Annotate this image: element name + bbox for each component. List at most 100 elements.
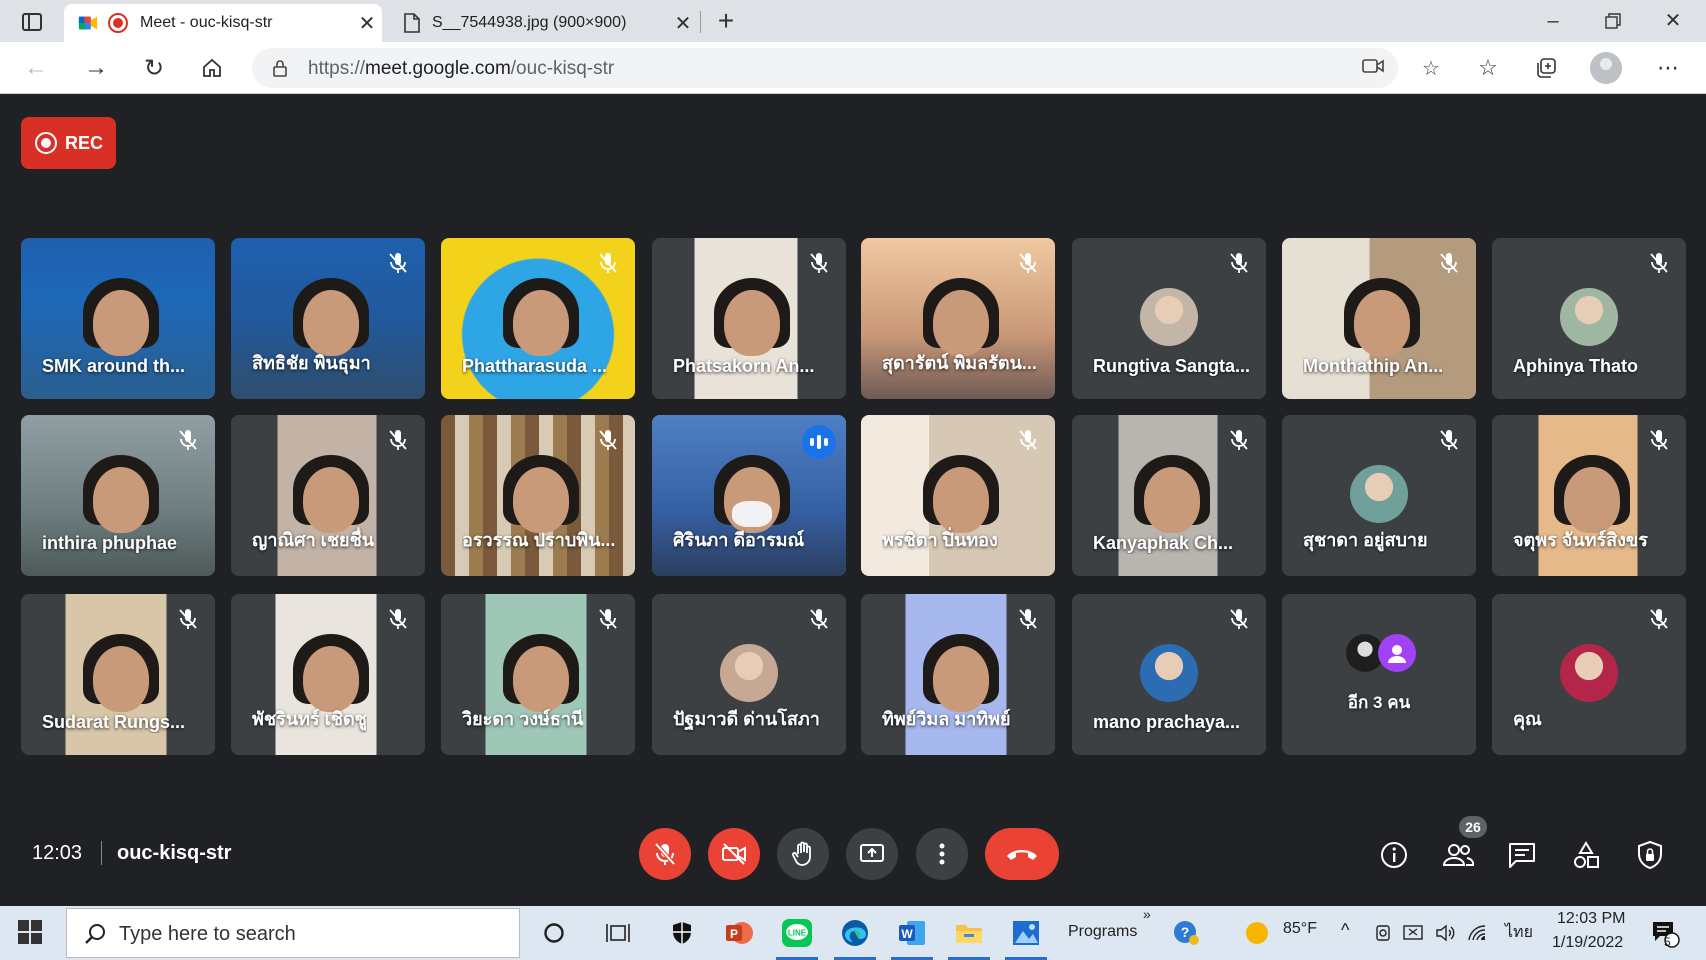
network-adapter-icon[interactable]	[1396, 916, 1430, 950]
input-language-indicator[interactable]: ไทย	[1505, 920, 1533, 945]
taskbar-search-box[interactable]: Type here to search	[66, 908, 520, 958]
person-face	[1354, 290, 1410, 356]
photos-icon[interactable]	[1009, 916, 1043, 950]
participant-tile-phattharasuda[interactable]: Phattharasuda ...	[441, 238, 635, 399]
raise-hand-button[interactable]	[777, 828, 829, 880]
participant-avatar	[1140, 288, 1198, 346]
leave-call-button[interactable]	[985, 828, 1059, 880]
add-favorite-icon[interactable]: ☆	[1418, 56, 1444, 80]
participant-tile-thipwimol[interactable]: ทิพย์วิมล มาทิพย์	[861, 594, 1055, 755]
close-tab-icon[interactable]: ✕	[668, 11, 698, 36]
collections-icon[interactable]	[1528, 50, 1564, 86]
close-window-icon[interactable]: ✕	[1645, 6, 1701, 36]
wifi-icon[interactable]	[1461, 916, 1495, 950]
participant-tile-phatsakorn[interactable]: Phatsakorn An...	[652, 238, 846, 399]
recording-badge: REC	[21, 117, 116, 169]
participant-tile-monthathip[interactable]: Monthathip An...	[1282, 238, 1476, 399]
more-options-icon[interactable]: ⋯	[1650, 50, 1686, 86]
tab-actions-icon[interactable]	[14, 9, 50, 35]
more-options-button[interactable]	[916, 828, 968, 880]
edge-browser-icon[interactable]	[838, 916, 872, 950]
meet-now-icon[interactable]	[1366, 916, 1400, 950]
forward-icon[interactable]: →	[78, 50, 114, 86]
programs-toolbar-label[interactable]: Programs	[1068, 923, 1137, 941]
favorites-icon[interactable]: ☆	[1470, 50, 1506, 86]
speaking-indicator-icon	[802, 425, 836, 459]
taskbar-time[interactable]: 12:03 PM	[1557, 910, 1625, 928]
powerpoint-icon[interactable]: P	[722, 916, 756, 950]
participant-tile-patthamawadi[interactable]: ปัฐมาวดี ด่านโสภา	[652, 594, 846, 755]
search-placeholder: Type here to search	[119, 923, 296, 945]
participant-name: ปัฐมาวดี ด่านโสภา	[673, 709, 820, 729]
minimize-icon[interactable]: –	[1525, 6, 1581, 36]
participant-avatar	[720, 644, 778, 702]
participant-tile-you[interactable]: คุณ	[1492, 594, 1686, 755]
participant-tile-inthira[interactable]: inthira phuphae	[21, 415, 215, 576]
restore-icon[interactable]	[1585, 6, 1641, 36]
address-bar[interactable]: https://meet.google.com/ouc-kisq-str ☆	[252, 48, 1440, 88]
participant-tile-smk-around[interactable]: SMK around th...	[21, 238, 215, 399]
host-controls-button[interactable]	[1631, 836, 1669, 874]
muted-mic-icon	[806, 250, 832, 276]
participant-name: อีก 3 คน	[1347, 693, 1411, 712]
participant-tile-yanisa[interactable]: ญาณิศา เชยชื่น	[231, 415, 425, 576]
windows-start-icon[interactable]	[18, 920, 42, 944]
profile-avatar[interactable]	[1590, 52, 1622, 84]
participant-tile-pornchita[interactable]: พรชิตา ปิ่นทอง	[861, 415, 1055, 576]
person-face	[513, 290, 569, 356]
tab-image[interactable]: S__7544938.jpg (900×900) ✕	[388, 4, 698, 42]
tab-meet[interactable]: Meet - ouc-kisq-str ✕	[64, 4, 382, 42]
muted-mic-icon	[1646, 250, 1672, 276]
recording-label: REC	[65, 132, 104, 153]
taskbar-date[interactable]: 1/19/2022	[1552, 934, 1623, 952]
muted-mic-icon	[595, 606, 621, 632]
activities-button[interactable]	[1567, 836, 1605, 874]
participant-tile-kanyaphak[interactable]: Kanyaphak Ch...	[1072, 415, 1266, 576]
participant-tile-others[interactable]: อีก 3 คน	[1282, 594, 1476, 755]
word-icon[interactable]: W	[895, 916, 929, 950]
participant-name: SMK around th...	[42, 356, 185, 376]
task-view-icon[interactable]	[601, 916, 635, 950]
weather-temperature[interactable]: 85°F	[1283, 920, 1317, 938]
close-tab-icon[interactable]: ✕	[352, 11, 382, 36]
back-icon[interactable]: ←	[18, 50, 54, 86]
participant-tile-sirinapa[interactable]: ศิรินภา ดีอารมณ์	[652, 415, 846, 576]
person-face	[93, 290, 149, 356]
home-icon[interactable]	[194, 50, 230, 86]
participant-tile-sudarat-rungs[interactable]: Sudarat Rungs...	[21, 594, 215, 755]
participants-button[interactable]	[1439, 836, 1477, 874]
file-explorer-icon[interactable]	[952, 916, 986, 950]
cortana-icon[interactable]	[537, 916, 571, 950]
participant-tile-sudarat-pimolrat[interactable]: สุดารัตน์ พิมลรัตน...	[861, 238, 1055, 399]
camera-off-button[interactable]	[708, 828, 760, 880]
meeting-details-button[interactable]	[1375, 836, 1413, 874]
chat-button[interactable]	[1503, 836, 1541, 874]
help-icon[interactable]: ?	[1170, 916, 1204, 950]
person-face	[303, 290, 359, 356]
volume-icon[interactable]	[1428, 916, 1462, 950]
participant-tile-aphinya[interactable]: Aphinya Thato	[1492, 238, 1686, 399]
participant-name: inthira phuphae	[42, 533, 177, 553]
toolbar-expand-icon[interactable]: »	[1143, 906, 1151, 922]
reload-icon[interactable]: ↻	[136, 50, 172, 86]
new-tab-icon[interactable]: +	[710, 6, 742, 38]
lock-icon	[272, 59, 288, 77]
participant-tile-rungtiva[interactable]: Rungtiva Sangta...	[1072, 238, 1266, 399]
participant-tile-patcharin[interactable]: พัชรินทร์ เชิดชู	[231, 594, 425, 755]
participant-tile-orawan[interactable]: อรวรรณ ปราบพิน...	[441, 415, 635, 576]
participant-tile-mano[interactable]: mano prachaya...	[1072, 594, 1266, 755]
participant-tile-jatuporn[interactable]: จตุพร จันทร์สิงขร	[1492, 415, 1686, 576]
participant-tile-wiyada[interactable]: วิยะดา วงษ์ธานี	[441, 594, 635, 755]
participant-name: ญาณิศา เชยชื่น	[252, 530, 375, 550]
camera-permission-icon[interactable]	[1360, 56, 1386, 80]
show-hidden-icons-icon[interactable]: ^	[1341, 920, 1349, 941]
windows-security-icon[interactable]	[665, 916, 699, 950]
participant-tile-suchada[interactable]: สุชาดา อยู่สบาย	[1282, 415, 1476, 576]
present-screen-button[interactable]	[846, 828, 898, 880]
microphone-off-button[interactable]	[639, 828, 691, 880]
line-app-icon[interactable]: LINE	[780, 916, 814, 950]
participant-name: ทิพย์วิมล มาทิพย์	[882, 709, 1011, 729]
participant-tile-sitthichai[interactable]: สิทธิชัย พินธุมา	[231, 238, 425, 399]
weather-sun-icon[interactable]	[1240, 916, 1274, 950]
browser-tab-strip: Meet - ouc-kisq-str ✕ S__7544938.jpg (90…	[0, 0, 1706, 42]
